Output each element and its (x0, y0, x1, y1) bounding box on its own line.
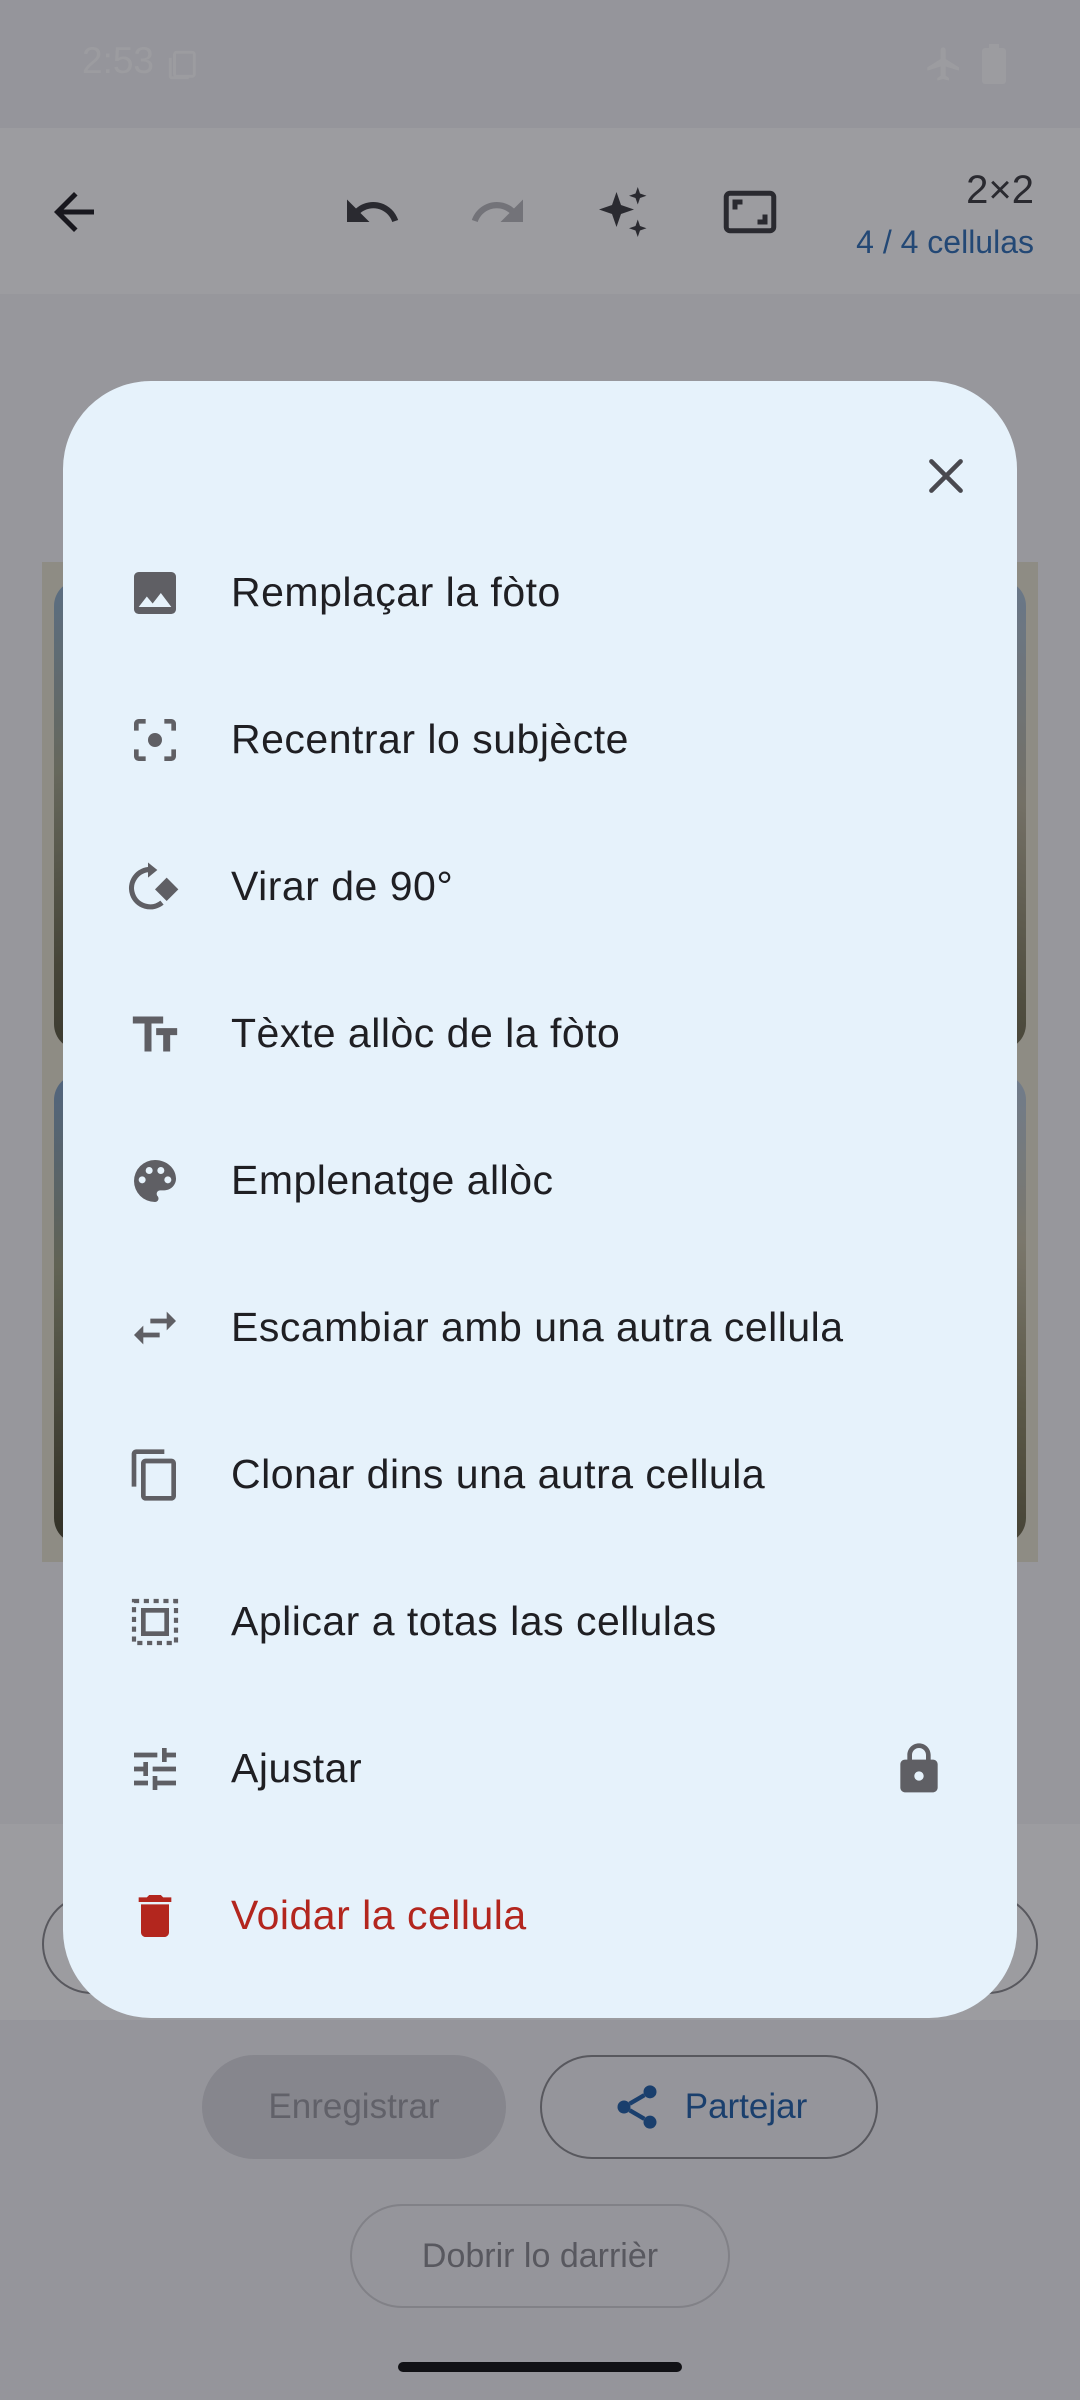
menu-item-label: Ajustar (231, 1745, 363, 1791)
menu-item-label: Clonar dins una autra cellula (231, 1451, 766, 1497)
menu-item-label: Escambiar amb una autra cellula (231, 1304, 844, 1350)
menu-item-fill-color[interactable]: Emplenatge allòc (63, 1107, 1017, 1254)
menu-item-recenter-subject[interactable]: Recentrar lo subjècte (63, 666, 1017, 813)
menu-item-label: Virar de 90° (231, 863, 454, 909)
image-icon (125, 563, 185, 623)
swap-icon (125, 1298, 185, 1358)
screen: 2:53 2×2 4 / 4 cellulas Enregistrar Part… (0, 0, 1080, 2400)
copy-icon (125, 1445, 185, 1505)
menu-item-rotate-90[interactable]: Virar de 90° (63, 813, 1017, 960)
menu-item-label: Remplaçar la fòto (231, 569, 561, 615)
close-icon (929, 459, 963, 493)
menu-item-label: Aplicar a totas las cellulas (231, 1598, 717, 1644)
menu-item-swap-cell[interactable]: Escambiar amb una autra cellula (63, 1254, 1017, 1401)
lock-icon (891, 1741, 947, 1797)
center-focus-icon (125, 710, 185, 770)
menu-item-clone-cell[interactable]: Clonar dins una autra cellula (63, 1401, 1017, 1548)
menu-item-label: Tèxte allòc de la fòto (231, 1010, 621, 1056)
palette-icon (125, 1151, 185, 1211)
menu-item-clear-cell[interactable]: Voidar la cellula (63, 1842, 1017, 1989)
cell-options-dialog: Remplaçar la fòto Recentrar lo subjècte … (63, 381, 1017, 2018)
menu-item-replace-photo[interactable]: Remplaçar la fòto (63, 519, 1017, 666)
menu-item-label: Recentrar lo subjècte (231, 716, 629, 762)
delete-icon (125, 1886, 185, 1946)
cell-options-menu: Remplaçar la fòto Recentrar lo subjècte … (63, 519, 1017, 1989)
rotate-icon (125, 857, 185, 917)
menu-item-label: Voidar la cellula (231, 1892, 527, 1938)
menu-item-adjust[interactable]: Ajustar (63, 1695, 1017, 1842)
select-all-icon (125, 1592, 185, 1652)
menu-item-label: Emplenatge allòc (231, 1157, 554, 1203)
tune-icon (125, 1739, 185, 1799)
close-button[interactable] (901, 431, 991, 521)
menu-item-text-on-photo[interactable]: Tèxte allòc de la fòto (63, 960, 1017, 1107)
menu-item-apply-all-cells[interactable]: Aplicar a totas las cellulas (63, 1548, 1017, 1695)
text-icon (125, 1004, 185, 1064)
